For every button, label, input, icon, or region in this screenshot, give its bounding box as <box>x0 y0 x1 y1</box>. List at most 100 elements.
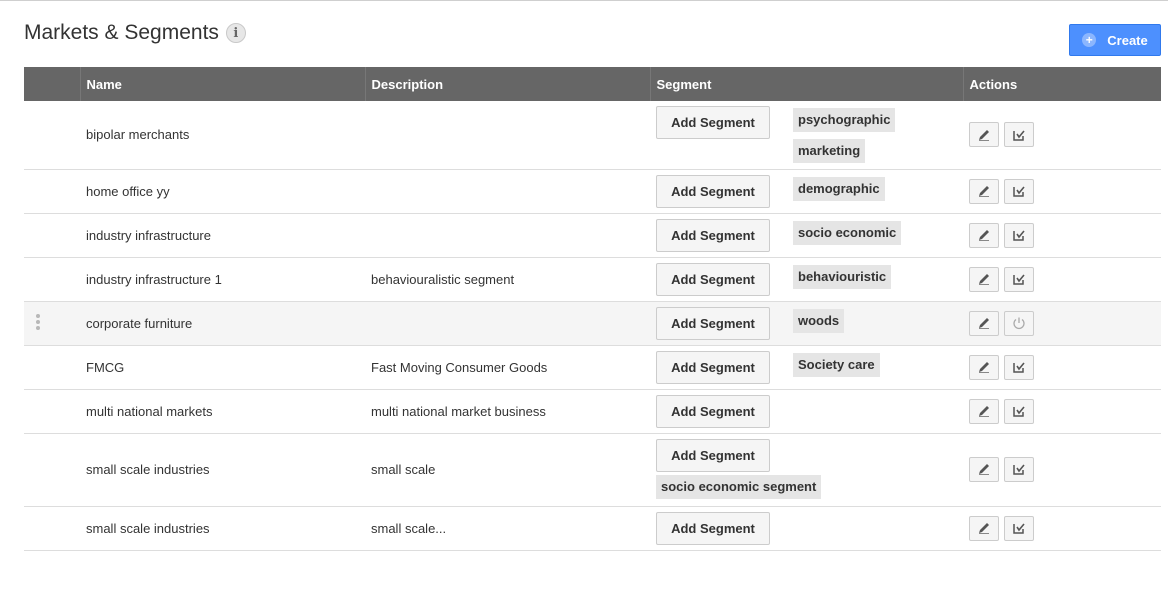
deactivate-button[interactable] <box>1004 310 1034 336</box>
segment-tag[interactable]: behaviouristic <box>793 264 892 289</box>
row-segment-cell: Add Segment demographic <box>650 169 963 214</box>
pencil-icon <box>977 462 991 476</box>
segment-tags: behaviouristic <box>793 263 892 294</box>
checkbox-arrow-icon <box>1012 462 1026 476</box>
segment-tags: demographic <box>793 175 885 206</box>
target-button[interactable] <box>1004 178 1034 204</box>
row-segment-cell: Add Segment psychographic marketing <box>650 101 963 170</box>
segment-tag[interactable]: socio economic <box>793 220 902 245</box>
add-segment-button[interactable]: Add Segment <box>656 174 770 208</box>
add-segment-button[interactable]: Add Segment <box>656 306 770 340</box>
info-icon[interactable]: i <box>225 23 246 43</box>
add-segment-button[interactable]: Add Segment <box>656 350 770 384</box>
target-button[interactable] <box>1004 222 1034 248</box>
target-button[interactable] <box>1004 122 1034 147</box>
segment-tags: woods <box>793 307 845 338</box>
segment-tag[interactable]: Society care <box>793 352 880 377</box>
row-name: industry infrastructure <box>80 213 365 258</box>
row-segment-cell: Add Segment Society care <box>650 345 963 390</box>
pencil-icon <box>977 521 991 535</box>
row-actions <box>969 346 1155 380</box>
target-button[interactable] <box>1004 398 1034 424</box>
segment-wrap: Add Segment psychographic marketing <box>656 106 957 168</box>
target-button[interactable] <box>1004 266 1034 292</box>
table-row: small scale industries small scale... Add … <box>24 506 1161 551</box>
target-button[interactable] <box>1004 354 1034 380</box>
row-actions-cell <box>963 101 1161 170</box>
segment-tags: socio economic <box>793 219 902 250</box>
checkbox-arrow-icon <box>1012 360 1026 374</box>
column-header-description[interactable]: Description <box>364 67 650 101</box>
row-handle-cell <box>24 506 80 551</box>
table-row: industry infrastructure Add Segment socio … <box>24 213 1161 258</box>
row-name: small scale industries <box>80 506 365 551</box>
target-button[interactable] <box>1004 515 1034 541</box>
page-title: Markets & Segments <box>24 21 219 44</box>
create-button-label: Create <box>1107 32 1148 48</box>
add-segment-button[interactable]: Add Segment <box>656 218 770 252</box>
table-row: corporate furniture Add Segment woods <box>24 301 1161 346</box>
row-actions <box>969 101 1155 147</box>
edit-button[interactable] <box>969 456 999 482</box>
row-handle-cell <box>24 345 80 390</box>
edit-button[interactable] <box>969 515 999 541</box>
segment-wrap: Add Segment demographic <box>656 174 957 208</box>
add-segment-button[interactable]: Add Segment <box>656 511 770 545</box>
segment-wrap: Add Segment socio economic <box>656 218 957 252</box>
add-segment-button[interactable]: Add Segment <box>656 438 770 472</box>
add-segment-button[interactable]: Add Segment <box>656 106 770 139</box>
row-description: small scale <box>365 433 650 507</box>
segment-wrap: Add Segment behaviouristic <box>656 262 957 296</box>
table-row: multi national markets multi national mar… <box>24 389 1161 434</box>
segment-wrap: Add Segment Society care <box>656 350 957 384</box>
column-header-name[interactable]: Name <box>79 67 365 101</box>
table-row: industry infrastructure 1 behaviouralisti… <box>24 257 1161 302</box>
row-name: industry infrastructure 1 <box>80 257 365 302</box>
row-handle-cell <box>24 169 80 214</box>
edit-button[interactable] <box>969 354 999 380</box>
edit-button[interactable] <box>969 310 999 336</box>
create-button[interactable]: + Create <box>1069 24 1161 56</box>
row-segment-cell: Add Segment woods <box>650 301 963 346</box>
segment-wrap: Add Segment <box>656 394 957 428</box>
segment-tag[interactable]: woods <box>793 308 845 333</box>
row-name: FMCG <box>80 345 365 390</box>
row-description <box>365 101 650 170</box>
checkbox-arrow-icon <box>1012 272 1026 286</box>
row-segment-cell: Add Segment socio economic <box>650 213 963 258</box>
segment-tags: Society care <box>793 351 880 382</box>
row-handle-cell <box>24 257 80 302</box>
column-header-handle <box>24 67 80 101</box>
row-actions <box>969 434 1155 482</box>
edit-button[interactable] <box>969 178 999 204</box>
edit-button[interactable] <box>969 266 999 292</box>
row-segment-cell: Add Segment socio economic segment <box>650 433 963 507</box>
edit-button[interactable] <box>969 398 999 424</box>
segment-tag[interactable]: socio economic segment <box>656 474 822 499</box>
segment-tag[interactable]: psychographic <box>793 108 896 132</box>
segment-tag[interactable]: demographic <box>793 176 885 201</box>
add-segment-button[interactable]: Add Segment <box>656 262 770 296</box>
row-actions-cell <box>963 213 1161 258</box>
drag-handle-icon[interactable] <box>36 313 40 332</box>
row-actions <box>969 390 1155 424</box>
segment-tags: socio economic segment <box>656 472 822 499</box>
row-actions-cell <box>963 301 1161 346</box>
plus-circle-icon: + <box>1082 33 1097 47</box>
row-handle-cell <box>24 433 80 507</box>
page-header: Markets & Segments i <box>24 21 246 45</box>
segment-tag[interactable]: marketing <box>793 139 866 163</box>
power-icon <box>1012 316 1026 330</box>
row-actions <box>969 214 1155 248</box>
add-segment-button[interactable]: Add Segment <box>656 394 770 428</box>
table-row: home office yy Add Segment demographic <box>24 169 1161 214</box>
target-button[interactable] <box>1004 456 1034 482</box>
edit-button[interactable] <box>969 222 999 248</box>
segment-wrap: Add Segment woods <box>656 306 957 340</box>
checkbox-arrow-icon <box>1012 184 1026 198</box>
edit-button[interactable] <box>969 122 999 147</box>
segment-wrap: Add Segment <box>656 511 957 545</box>
table-row: small scale industries small scale Add Seg… <box>24 433 1161 507</box>
row-handle-cell <box>24 301 80 346</box>
row-actions-cell <box>963 433 1161 507</box>
